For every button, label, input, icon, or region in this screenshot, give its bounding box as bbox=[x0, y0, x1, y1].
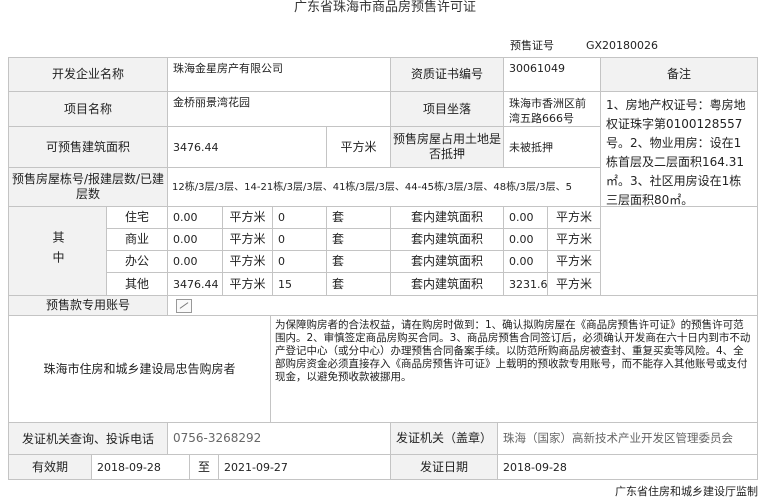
breakdown-label-text: 其中 bbox=[51, 231, 65, 271]
presale-area-unit: 平方米 bbox=[326, 126, 391, 168]
breakdown-type-office: 办公 bbox=[106, 250, 168, 273]
breakdown-count-unit: 套 bbox=[326, 272, 391, 296]
qualification-value: 30061049 bbox=[503, 57, 601, 92]
breakdown-count-office: 0 bbox=[272, 250, 327, 273]
account-image-icon[interactable] bbox=[176, 298, 192, 313]
breakdown-spacer bbox=[600, 206, 758, 296]
breakdown-area-unit: 平方米 bbox=[222, 206, 273, 229]
remarks-label: 备注 bbox=[600, 57, 758, 92]
breakdown-inner-commercial: 0.00 bbox=[503, 228, 548, 251]
project-value: 金桥丽景湾花园 bbox=[167, 91, 391, 127]
notice-text: 为保障购房者的合法权益，请在购房时做到：1、确认拟购房屋在《商品房预售许可证》的… bbox=[270, 315, 758, 423]
validity-to: 2021-09-27 bbox=[218, 454, 391, 480]
breakdown-count-commercial: 0 bbox=[272, 228, 327, 251]
breakdown-inner-label: 套内建筑面积 bbox=[390, 228, 504, 251]
breakdown-inner-unit: 平方米 bbox=[547, 206, 601, 229]
breakdown-inner-office: 0.00 bbox=[503, 250, 548, 273]
validity-to-label: 至 bbox=[189, 454, 219, 480]
breakdown-inner-residential: 0.00 bbox=[503, 206, 548, 229]
hotline-value: 0756-3268292 bbox=[167, 422, 391, 455]
breakdown-count-residential: 0 bbox=[272, 206, 327, 229]
breakdown-area-commercial: 0.00 bbox=[167, 228, 223, 251]
page-title: 广东省珠海市商品房预售许可证 bbox=[293, 0, 476, 15]
breakdown-area-unit: 平方米 bbox=[222, 228, 273, 251]
breakdown-inner-unit: 平方米 bbox=[547, 272, 601, 296]
issue-date-value: 2018-09-28 bbox=[497, 454, 758, 480]
qualification-label: 资质证书编号 bbox=[390, 57, 504, 92]
breakdown-inner-unit: 平方米 bbox=[547, 250, 601, 273]
permit-number-value: GX20180026 bbox=[586, 39, 659, 52]
breakdown-inner-label: 套内建筑面积 bbox=[390, 272, 504, 296]
buildings-label: 预售房屋栋号/报建层数/已建层数 bbox=[8, 167, 168, 207]
breakdown-label: 其中 bbox=[8, 206, 107, 296]
mortgage-value: 未被抵押 bbox=[503, 126, 601, 168]
issuer-value: 珠海（国家）高新技术产业开发区管理委员会 bbox=[497, 422, 758, 455]
breakdown-inner-unit: 平方米 bbox=[547, 228, 601, 251]
breakdown-count-unit: 套 bbox=[326, 250, 391, 273]
permit-number-label: 预售证号 bbox=[510, 39, 554, 52]
remarks-text: 1、房地产权证号：粤房地权证珠字第0100128557号。2、物业用房：设在1栋… bbox=[600, 91, 758, 207]
breakdown-inner-label: 套内建筑面积 bbox=[390, 206, 504, 229]
breakdown-type-commercial: 商业 bbox=[106, 228, 168, 251]
project-label: 项目名称 bbox=[8, 91, 168, 127]
issue-date-label: 发证日期 bbox=[390, 454, 498, 480]
validity-from: 2018-09-28 bbox=[91, 454, 190, 480]
account-label: 预售款专用账号 bbox=[8, 295, 168, 316]
breakdown-type-residential: 住宅 bbox=[106, 206, 168, 229]
breakdown-inner-other: 3231.69 bbox=[503, 272, 548, 296]
footer-supervisor: 广东省住房和城乡建设厅监制 bbox=[615, 485, 758, 498]
developer-value: 珠海金星房产有限公司 bbox=[167, 57, 391, 92]
breakdown-area-residential: 0.00 bbox=[167, 206, 223, 229]
account-value bbox=[167, 295, 758, 316]
permit-number-row: 预售证号 GX20180026 bbox=[510, 36, 760, 56]
breakdown-count-unit: 套 bbox=[326, 206, 391, 229]
developer-label: 开发企业名称 bbox=[8, 57, 168, 92]
location-value: 珠海市香洲区前湾五路666号 bbox=[503, 91, 601, 127]
breakdown-inner-label: 套内建筑面积 bbox=[390, 250, 504, 273]
breakdown-count-unit: 套 bbox=[326, 228, 391, 251]
breakdown-area-unit: 平方米 bbox=[222, 250, 273, 273]
breakdown-area-unit: 平方米 bbox=[222, 272, 273, 296]
buildings-value: 12栋/3层/3层、14-21栋/3层/3层、41栋/3层/3层、44-45栋/… bbox=[167, 167, 601, 207]
mortgage-label: 预售房屋占用土地是否抵押 bbox=[390, 126, 504, 168]
validity-label: 有效期 bbox=[8, 454, 92, 480]
breakdown-area-office: 0.00 bbox=[167, 250, 223, 273]
breakdown-type-other: 其他 bbox=[106, 272, 168, 296]
presale-area-label: 可预售建筑面积 bbox=[8, 126, 168, 168]
issuer-label: 发证机关（盖章） bbox=[390, 422, 498, 455]
breakdown-count-other: 15 bbox=[272, 272, 327, 296]
location-label: 项目坐落 bbox=[390, 91, 504, 127]
presale-area-value: 3476.44 bbox=[167, 126, 327, 168]
hotline-label: 发证机关查询、投诉电话 bbox=[8, 422, 168, 455]
notice-label: 珠海市住房和城乡建设局忠告购房者 bbox=[8, 315, 271, 423]
breakdown-area-other: 3476.44 bbox=[167, 272, 223, 296]
